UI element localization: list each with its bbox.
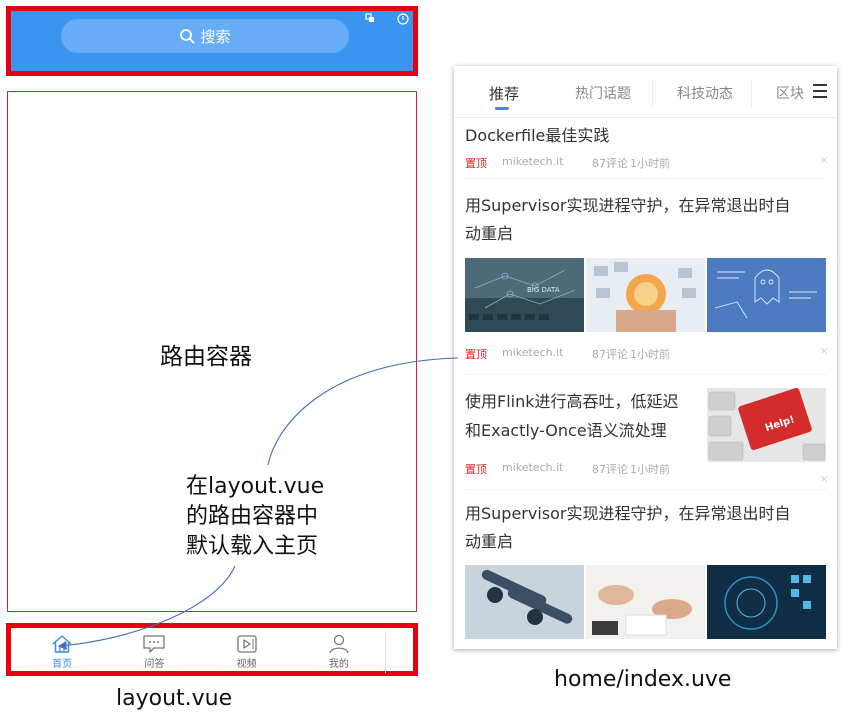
thumbnail-image [586, 258, 705, 332]
article-title-line2[interactable]: 动重启 [465, 528, 513, 556]
article-meta: 置顶 miketech.it 87评论 1小时前 [465, 461, 670, 477]
tab-video[interactable]: 视频 [201, 631, 293, 673]
description-line: 的路由容器中 [186, 504, 319, 529]
tab-blockchain[interactable]: 区块 [776, 83, 804, 103]
tab-home[interactable]: 首页 [16, 631, 108, 673]
pinned-tag: 置顶 [465, 348, 487, 361]
thumbnail-image: BIG DATA [465, 258, 584, 332]
divider [465, 178, 826, 179]
article-title[interactable]: 用Supervisor实现进程守护，在异常退出时自 [465, 500, 791, 528]
tab-separator [652, 80, 653, 108]
header-bar: 搜索 [11, 11, 413, 71]
search-icon [180, 29, 195, 44]
publish-time: 1小时前 [630, 157, 670, 170]
comment-count: 87评论 [592, 463, 628, 476]
thumbnail-text: BIG DATA [527, 286, 560, 294]
article-title[interactable]: 使用Flink进行高吞吐，低延迟 [465, 388, 679, 416]
thumbnail-image [707, 565, 826, 639]
tab-label: 视频 [236, 659, 257, 670]
publish-time: 1小时前 [630, 348, 670, 361]
comment-count: 87评论 [592, 157, 628, 170]
article-source: miketech.it [502, 346, 564, 359]
article-source: miketech.it [502, 155, 564, 168]
article-meta: 置顶 miketech.it 87评论 1小时前 [465, 346, 670, 362]
pinned-tag: 置顶 [465, 157, 487, 170]
dismiss-icon[interactable]: × [820, 474, 828, 485]
home-icon [52, 635, 72, 653]
tabbar-highlight-frame: 首页 问答 视频 我的 [6, 623, 418, 676]
tab-separator [751, 80, 752, 108]
info-icon[interactable] [397, 13, 409, 25]
user-icon [329, 634, 349, 654]
description-line: 默认载入主页 [186, 534, 319, 559]
article-source: miketech.it [502, 461, 564, 474]
pinned-tag: 置顶 [465, 463, 487, 476]
router-view-label: 路由容器 [160, 344, 252, 370]
article-meta: 置顶 miketech.it 87评论 1小时前 [465, 155, 670, 171]
tab-recommended[interactable]: 推荐 [489, 83, 519, 104]
article-title[interactable]: 用Supervisor实现进程守护，在异常退出时自 [465, 192, 791, 220]
divider [465, 489, 826, 490]
publish-time: 1小时前 [630, 463, 670, 476]
active-tab-indicator [495, 107, 509, 110]
comment-count: 87评论 [592, 348, 628, 361]
tab-label: 首页 [52, 659, 73, 670]
tab-tech-news[interactable]: 科技动态 [677, 83, 733, 103]
thumbnail-image [465, 565, 584, 639]
article-title-line2[interactable]: 动重启 [465, 220, 513, 248]
dismiss-icon[interactable]: × [820, 155, 828, 166]
category-tabs: 推荐 热门话题 科技动态 区块 [454, 66, 837, 118]
search-label: 搜索 [200, 27, 231, 46]
dismiss-icon[interactable]: × [820, 346, 828, 357]
header-highlight-frame: 搜索 [6, 6, 418, 76]
tabbar: 首页 问答 视频 我的 [16, 631, 386, 673]
tab-label: 我的 [328, 659, 349, 670]
article-title-line2[interactable]: 和Exactly-Once语义流处理 [465, 417, 667, 445]
video-play-icon [236, 635, 257, 653]
tab-hot-topics[interactable]: 热门话题 [575, 83, 631, 103]
scan-icon[interactable] [365, 13, 375, 23]
thumbnail-image: Help! [707, 388, 826, 462]
layout-caption: layout.vue [116, 686, 233, 711]
home-caption: home/index.uve [554, 667, 732, 692]
divider [465, 374, 826, 375]
thumbnail-image [586, 565, 705, 639]
tab-qa[interactable]: 问答 [108, 631, 200, 673]
description-text: 在layout.vue 的路由容器中 默认载入主页 [186, 472, 324, 562]
hamburger-menu-icon[interactable] [813, 84, 827, 100]
search-box[interactable]: 搜索 [61, 19, 349, 53]
thumbnail-image [707, 258, 826, 332]
tab-mine[interactable]: 我的 [293, 631, 385, 673]
tab-label: 问答 [144, 659, 165, 670]
home-page-mockup: 推荐 热门话题 科技动态 区块 Dockerfile最佳实践 置顶 mikete… [454, 66, 837, 649]
article-title[interactable]: Dockerfile最佳实践 [465, 122, 609, 150]
chat-bubble-icon [143, 635, 166, 653]
description-line: 在layout.vue [186, 474, 325, 499]
